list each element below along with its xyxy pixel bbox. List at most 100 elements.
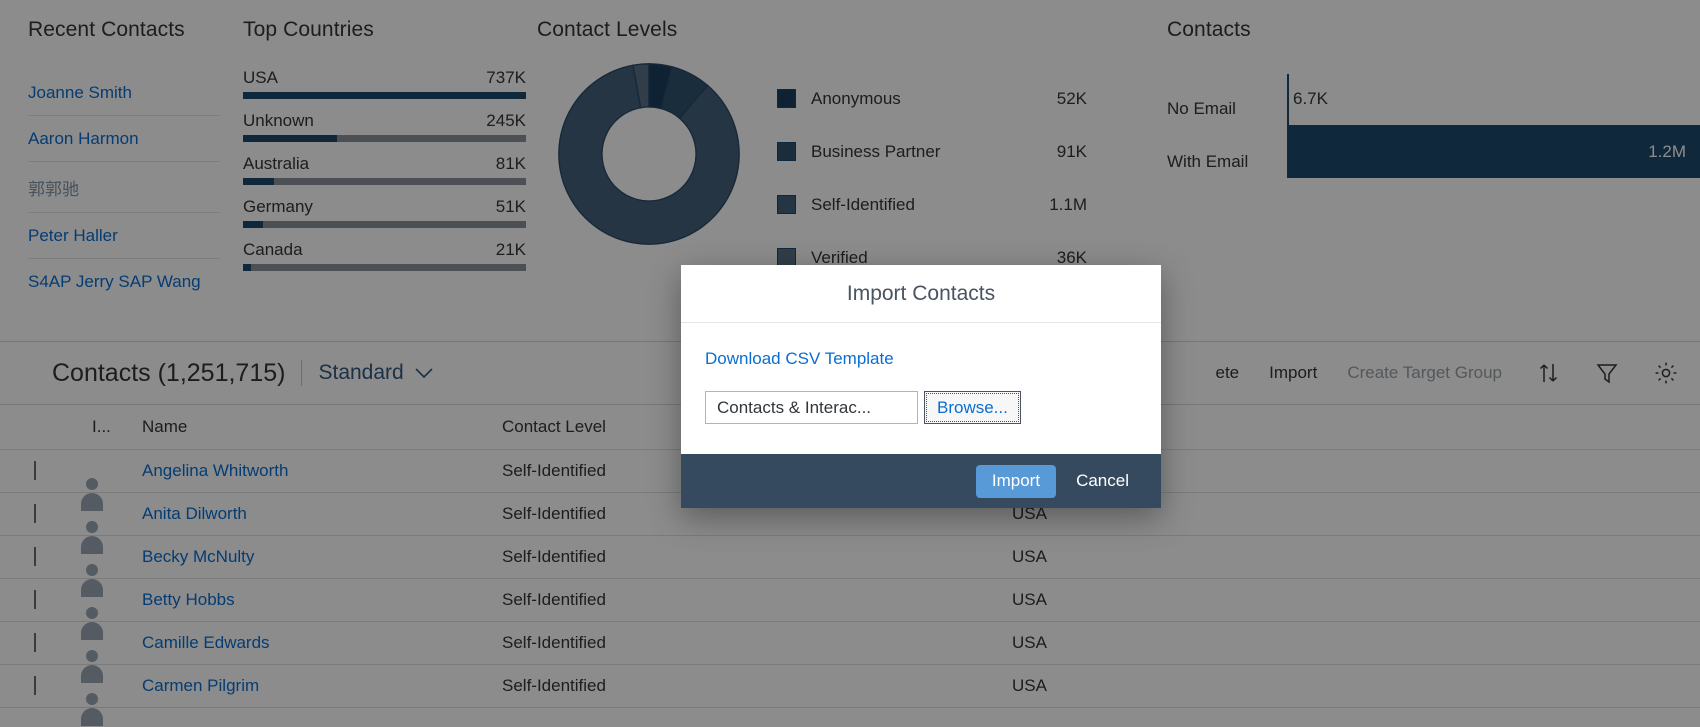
cell-name[interactable]: Angelina Whitworth [142,461,502,481]
browse-button[interactable]: Browse... [924,391,1021,424]
bar-row[interactable]: 1.2M [1287,125,1700,178]
country-bar-row[interactable]: Canada 21K [243,240,526,271]
cell-name[interactable]: Anita Dilworth [142,504,502,524]
cell-name[interactable]: Becky McNulty [142,547,502,567]
country-name: USA [243,68,278,87]
country-value: 21K [495,240,526,259]
settings-icon[interactable] [1654,361,1678,385]
top-countries-bar-list: USA 737K Unknown 245K Australia 81K Germ… [243,68,526,271]
country-name: Canada [243,240,303,259]
variant-label: Standard [318,361,404,384]
card-top-countries: Top Countries USA 737K Unknown 245K Aust… [235,0,527,341]
row-checkbox[interactable] [34,590,36,609]
import-button[interactable]: Import [1269,363,1317,383]
category-label: With Email [1167,152,1249,171]
cell-country: USA [1012,676,1047,695]
legend-value: 1.1M [1049,194,1087,214]
list-item[interactable]: 郭郭驰 [28,162,220,213]
download-csv-template-link[interactable]: Download CSV Template [705,349,894,369]
cell-contact-level: Self-Identified [502,676,606,695]
list-item[interactable]: Aaron Harmon [28,116,220,162]
create-target-group-button[interactable]: Create Target Group [1347,363,1502,383]
contacts-chart-plot: 6.7K 1.2M [1287,64,1700,188]
cancel-button[interactable]: Cancel [1066,465,1139,498]
cell-country: USA [1012,633,1047,652]
contact-levels-donut-chart[interactable] [537,56,759,284]
cell-contact-level: Self-Identified [502,633,606,652]
country-bar-fill [243,221,263,228]
card-recent-contacts: Recent Contacts Joanne Smith Aaron Harmo… [0,0,235,341]
legend-swatch-icon [777,142,796,161]
country-bar-track [243,92,526,99]
legend-value: 91K [1056,141,1087,161]
column-header-name[interactable]: Name [142,417,502,437]
page-title: Contacts (1,251,715) [52,358,286,387]
cell-name[interactable]: Carmen Pilgrim [142,676,502,696]
legend-item[interactable]: Self-Identified 1.1M [777,178,1087,231]
cell-contact-level: Self-Identified [502,590,606,609]
variant-selector[interactable]: Standard [318,361,433,385]
country-bar-track [243,135,526,142]
list-item[interactable]: Peter Haller [28,213,220,259]
table-row[interactable]: Camille Edwards Self-Identified USA [0,622,1700,665]
value-axis [1287,74,1289,146]
category-label: No Email [1167,99,1236,118]
chevron-down-icon [414,361,434,385]
country-value: 245K [486,111,526,130]
import-confirm-button[interactable]: Import [975,464,1057,498]
toolbar-divider [301,360,303,386]
donut-svg [558,63,740,245]
column-header-image[interactable]: I... [92,417,142,437]
delete-button[interactable]: ete [1216,363,1240,383]
country-bar-track [243,221,526,228]
list-item[interactable]: Joanne Smith [28,70,220,116]
cell-country: USA [1012,590,1047,609]
legend-value: 52K [1056,88,1087,108]
country-bar-track [243,264,526,271]
cell-name[interactable]: Betty Hobbs [142,590,502,610]
country-name: Germany [243,197,313,216]
legend-item[interactable]: Anonymous 52K [777,72,1087,125]
country-bar-fill [243,92,526,99]
legend-item[interactable]: Business Partner 91K [777,125,1087,178]
cell-country: USA [1012,547,1047,566]
country-bar-row[interactable]: USA 737K [243,68,526,99]
card-title-contact-levels: Contact Levels [537,18,678,41]
bar-row[interactable]: 6.7K [1287,72,1700,125]
card-title-recent-contacts: Recent Contacts [28,18,185,41]
row-checkbox[interactable] [34,633,36,652]
row-checkbox[interactable] [34,547,36,566]
row-checkbox[interactable] [34,504,36,523]
bar-with-email: 1.2M [1287,125,1700,178]
file-upload-row: Contacts & Interac... Browse... [705,391,1137,424]
country-bar-track [243,178,526,185]
card-contacts-chart: Contacts No Email With Email 6.7K 1.2M [1097,0,1700,341]
sort-icon[interactable] [1538,361,1560,385]
legend-label: Business Partner [811,141,941,161]
row-checkbox[interactable] [34,676,36,695]
list-item[interactable]: S4AP Jerry SAP Wang [28,259,220,304]
table-row[interactable]: Betty Hobbs Self-Identified USA [0,579,1700,622]
file-name-input[interactable]: Contacts & Interac... [705,391,918,424]
dialog-footer: Import Cancel [681,454,1161,508]
row-checkbox[interactable] [34,461,36,480]
country-bar-row[interactable]: Australia 81K [243,154,526,185]
table-row[interactable]: Becky McNulty Self-Identified USA [0,536,1700,579]
country-name: Unknown [243,111,314,130]
card-title-contacts: Contacts [1167,18,1251,41]
country-name: Australia [243,154,310,173]
contacts-chart-categories: No Email With Email [1167,64,1287,188]
contact-levels-legend: Anonymous 52K Business Partner 91K Self-… [777,72,1087,284]
dialog-body: Download CSV Template Contacts & Interac… [681,323,1161,454]
dialog-title: Import Contacts [846,281,996,305]
filter-icon[interactable] [1596,362,1618,384]
table-row[interactable]: Carmen Pilgrim Self-Identified USA [0,665,1700,708]
legend-swatch-icon [777,89,796,108]
country-value: 51K [495,197,526,216]
cell-name[interactable]: Camille Edwards [142,633,502,653]
country-bar-row[interactable]: Germany 51K [243,197,526,228]
legend-swatch-icon [777,195,796,214]
bar-value-label: 6.7K [1293,88,1328,108]
country-bar-row[interactable]: Unknown 245K [243,111,526,142]
card-title-top-countries: Top Countries [243,18,374,41]
